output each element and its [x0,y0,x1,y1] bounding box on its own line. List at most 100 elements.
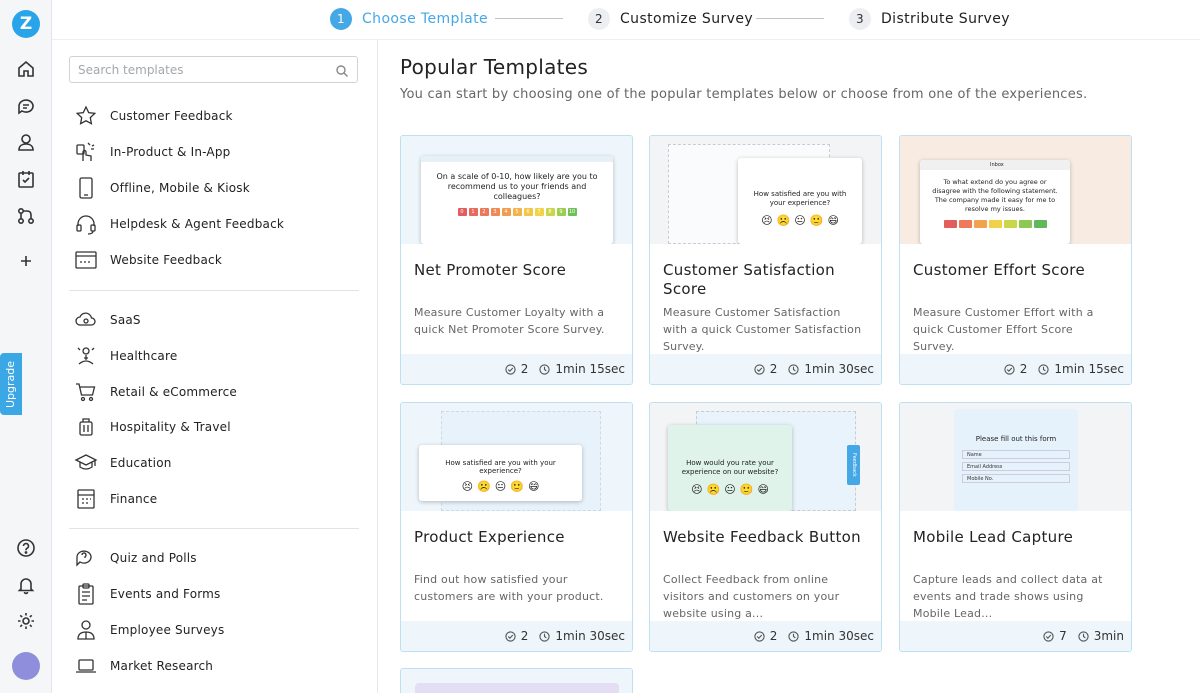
estimated-time: 1min 30sec [555,629,625,643]
browser-window-icon [74,248,98,272]
sidebar-item-label: Healthcare [110,349,178,363]
step-distribute-survey[interactable]: 3 Distribute Survey [849,8,1010,30]
step-number: 3 [849,8,871,30]
sidebar-item-hospitality[interactable]: Hospitality & Travel [74,415,231,439]
home-icon[interactable] [16,59,36,79]
preview-question: How satisfied are you with your experien… [445,459,556,475]
sidebar-item-events-forms[interactable]: Events and Forms [74,582,221,606]
template-card-csat[interactable]: How satisfied are you with your experien… [649,135,882,385]
template-preview: Inbox To what extend do you agree or dis… [900,136,1131,244]
template-preview: How satisfied are you with your experien… [401,403,632,511]
sidebar-item-employee-surveys[interactable]: Employee Surveys [74,618,224,642]
bell-icon[interactable] [16,575,36,595]
nps-scale: 0 1 2 3 4 5 6 7 8 9 10 [421,208,613,216]
estimated-time: 1min 30sec [804,362,874,376]
template-meta: 2 1min 15sec [401,354,632,384]
template-name: Mobile Lead Capture [913,528,1074,546]
search-box [69,56,358,83]
template-preview: How satisfied are you with your experien… [650,136,881,244]
avatar[interactable] [12,652,40,680]
sidebar-item-label: In-Product & In-App [110,145,231,159]
sidebar-item-website-feedback[interactable]: Website Feedback [74,248,222,272]
template-preview: On a scale of 0-10, how likely are you t… [401,136,632,244]
emoji-rating: 😣 ☹️ 😐 🙂 😄 [761,214,839,227]
user-icon[interactable] [16,132,36,152]
template-description: Measure Customer Satisfaction with a qui… [663,306,862,353]
preview-question: How would you rate your experience on ou… [681,459,779,476]
cash-register-icon [74,487,98,511]
template-meta: 2 1min 30sec [650,621,881,651]
search-input[interactable] [70,57,320,82]
step-choose-template[interactable]: 1 Choose Template [330,8,488,30]
sidebar-item-saas[interactable]: SaaS [74,308,141,332]
nps-score-option: 6 [523,208,533,216]
template-meta: 2 1min 30sec [401,621,632,651]
sidebar-item-education[interactable]: Education [74,451,172,475]
sidebar-item-label: Events and Forms [110,587,221,601]
template-preview: How would you rate your experience on ou… [650,403,881,511]
question-count-icon [1043,630,1054,642]
template-preview [401,669,632,693]
employee-icon [74,618,98,642]
sidebar-item-finance[interactable]: Finance [74,487,157,511]
sidebar-item-customer-feedback[interactable]: Customer Feedback [74,104,233,128]
nps-score-option: 9 [556,208,566,216]
clock-icon [539,363,551,375]
zoho-logo[interactable]: Z [12,10,40,38]
sidebar-item-quiz-polls[interactable]: Quiz and Polls [74,546,197,570]
nps-score-option: 7 [534,208,544,216]
template-description: Capture leads and collect data at events… [913,573,1103,620]
clock-icon [788,630,800,642]
template-card-mobile-lead-capture[interactable]: Please fill out this form Name Email Add… [899,402,1132,652]
preview-question: To what extend do you agree or disagree … [932,178,1058,213]
sidebar-item-helpdesk[interactable]: Helpdesk & Agent Feedback [74,212,284,236]
step-connector [495,18,563,19]
form-field: Mobile No. [962,474,1070,483]
question-count-icon [505,363,516,375]
preview-question: On a scale of 0-10, how likely are you t… [436,172,598,201]
nps-score-option: 1 [468,208,478,216]
sidebar-item-retail[interactable]: Retail & eCommerce [74,380,237,404]
estimated-time: 1min 15sec [555,362,625,376]
tablet-icon [74,176,98,200]
sidebar-item-in-product[interactable]: In-Product & In-App [74,140,230,164]
sidebar-item-offline-mobile-kiosk[interactable]: Offline, Mobile & Kiosk [74,176,250,200]
upgrade-button[interactable]: Upgrade [0,353,22,415]
step-number: 1 [330,8,352,30]
sidebar-item-label: Education [110,456,172,470]
question-count-icon [1004,363,1015,375]
question-count: 2 [1019,362,1028,376]
survey-check-icon[interactable] [16,169,36,189]
plus-icon[interactable] [16,251,36,271]
clock-icon [1038,363,1050,375]
sidebar-divider [69,290,359,291]
nps-score-option: 4 [501,208,511,216]
template-card-ces[interactable]: Inbox To what extend do you agree or dis… [899,135,1132,385]
template-card-partial[interactable] [400,668,633,693]
preview-question: Please fill out this form [975,435,1057,443]
template-description: Collect Feedback from online visitors an… [663,573,840,620]
template-card-nps[interactable]: On a scale of 0-10, how likely are you t… [400,135,633,385]
step-customize-survey[interactable]: 2 Customize Survey [588,8,753,30]
nps-score-option: 10 [567,208,577,216]
settings-icon[interactable] [16,611,36,631]
cart-icon [74,380,98,404]
template-card-website-feedback-button[interactable]: How would you rate your experience on ou… [649,402,882,652]
sidebar-item-healthcare[interactable]: Healthcare [74,344,177,368]
chat-icon[interactable] [16,96,36,116]
template-category-sidebar: Customer Feedback In-Product & In-App Of… [52,40,378,693]
step-number: 2 [588,8,610,30]
sidebar-item-label: SaaS [110,313,141,327]
step-label: Customize Survey [620,11,754,27]
template-preview: Please fill out this form Name Email Add… [900,403,1131,511]
template-card-product-experience[interactable]: How satisfied are you with your experien… [400,402,633,652]
search-icon[interactable] [335,63,349,77]
template-meta: 2 1min 15sec [900,354,1131,384]
question-count: 2 [769,362,778,376]
step-label: Choose Template [362,11,489,27]
help-icon[interactable] [16,538,36,558]
sidebar-item-market-research[interactable]: Market Research [74,654,213,678]
workflow-icon[interactable] [16,206,36,226]
left-rail: Z Upgrade [0,0,52,693]
page-title: Popular Templates [400,55,589,79]
